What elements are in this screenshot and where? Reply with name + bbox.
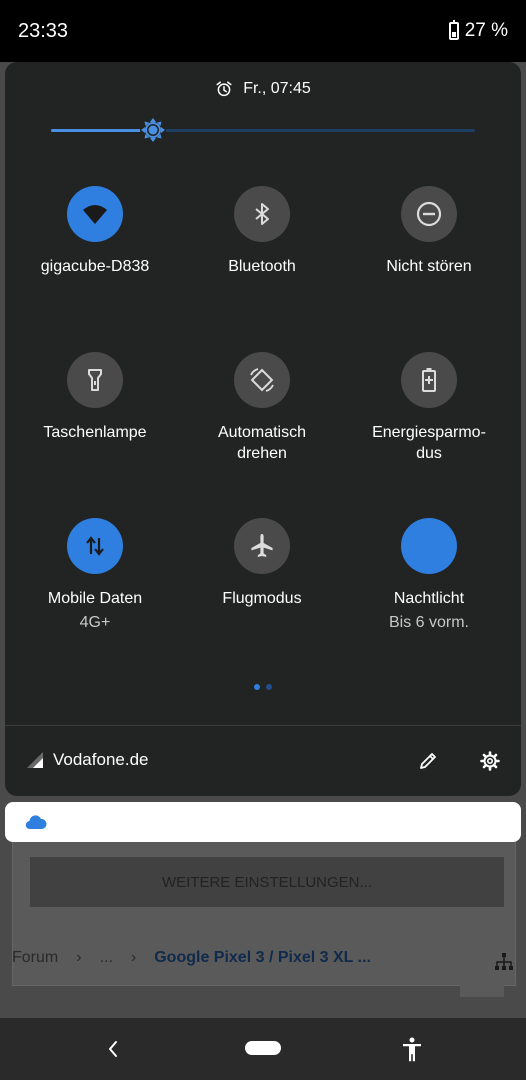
breadcrumb-separator: › (130, 949, 137, 966)
more-settings-button[interactable]: WEITERE EINSTELLUNGEN... (30, 857, 504, 907)
navigation-bar (0, 1018, 526, 1080)
tile-icon-battery-saver[interactable] (401, 352, 457, 408)
settings-button[interactable] (477, 748, 503, 774)
tile-icon-wifi[interactable] (67, 186, 123, 242)
tile-night-light[interactable]: Nachtlicht Bis 6 vorm. (344, 518, 514, 633)
do-not-disturb-icon (416, 201, 442, 227)
tile-label: Nachtlicht (393, 590, 465, 607)
sitemap-icon[interactable] (494, 952, 514, 972)
flashlight-icon (88, 369, 102, 391)
tile-bluetooth[interactable]: Bluetooth (177, 186, 347, 277)
tile-do-not-disturb[interactable]: Nicht stören (344, 186, 514, 277)
night-light-icon (422, 536, 432, 556)
status-bar: 23:33 27 % (0, 0, 526, 62)
tile-label: Taschenlampe (43, 424, 147, 441)
tile-label: gigacube-D838 (40, 258, 150, 275)
quick-settings-panel: Fr., 07:45 gigacube-D838 Bluetooth Nicht… (5, 62, 521, 796)
breadcrumb: Forum › ... › Google Pixel 3 / Pixel 3 X… (12, 949, 371, 967)
home-button[interactable] (245, 1041, 281, 1055)
accessibility-icon[interactable] (398, 1035, 426, 1063)
brightness-fill (51, 129, 153, 132)
tile-label: Flugmodus (222, 590, 302, 607)
tile-flashlight[interactable]: Taschenlampe (10, 352, 180, 443)
page-dot (266, 684, 272, 690)
tile-airplane[interactable]: Flugmodus (177, 518, 347, 609)
tile-label: Energiesparmo- dus (372, 424, 486, 462)
alarm-time: Fr., 07:45 (243, 80, 311, 97)
edit-button[interactable] (415, 748, 441, 774)
tile-label: Automatisch drehen (217, 424, 307, 462)
wifi-icon (83, 205, 107, 224)
tile-icon-mobile-data[interactable] (67, 518, 123, 574)
tile-sublabel: 4G+ (79, 614, 111, 631)
tile-wifi[interactable]: gigacube-D838 (10, 186, 180, 277)
tile-icon-night-light[interactable] (401, 518, 457, 574)
tile-icon-rotate[interactable] (234, 352, 290, 408)
battery-saver-icon (422, 368, 436, 392)
tile-auto-rotate[interactable]: Automatisch drehen (177, 352, 347, 464)
quick-settings-footer: Vodafone.de (5, 726, 521, 796)
tile-battery-saver[interactable]: Energiesparmo- dus (344, 352, 514, 464)
bluetooth-icon (255, 203, 269, 225)
tile-icon-dnd[interactable] (401, 186, 457, 242)
brightness-slider[interactable] (51, 117, 475, 143)
tile-sublabel: Bis 6 vorm. (388, 614, 469, 631)
tile-label: Bluetooth (228, 258, 296, 275)
next-alarm[interactable]: Fr., 07:45 (5, 80, 521, 98)
tile-label: Mobile Daten (47, 590, 143, 607)
tile-icon-airplane[interactable] (234, 518, 290, 574)
auto-rotate-icon (250, 368, 274, 392)
breadcrumb-ellipsis[interactable]: ... (100, 949, 113, 967)
carrier-info: Vodafone.de (27, 750, 148, 770)
gear-icon (480, 751, 500, 771)
signal-icon (27, 752, 43, 768)
tile-icon-bluetooth[interactable] (234, 186, 290, 242)
pencil-icon (420, 753, 436, 769)
tile-icon-flashlight[interactable] (67, 352, 123, 408)
battery-percent: 27 % (464, 20, 508, 41)
tile-label: Nicht stören (386, 258, 472, 275)
breadcrumb-forum[interactable]: Forum (12, 949, 58, 967)
tile-mobile-data[interactable]: Mobile Daten 4G+ (10, 518, 180, 633)
page-dot-active (254, 684, 260, 690)
alarm-icon (216, 81, 232, 97)
carrier-name: Vodafone.de (53, 750, 149, 769)
notification-card[interactable] (5, 802, 521, 842)
breadcrumb-separator: › (76, 949, 82, 966)
status-right: 27 % (448, 20, 508, 42)
page-indicator (5, 684, 521, 690)
breadcrumb-current[interactable]: Google Pixel 3 / Pixel 3 XL ... (154, 949, 371, 967)
battery-icon (448, 20, 459, 40)
mobile-data-icon (86, 536, 104, 556)
back-button[interactable] (100, 1036, 126, 1062)
status-time: 23:33 (18, 20, 69, 42)
cloud-icon (25, 815, 47, 830)
airplane-icon (251, 534, 273, 557)
brightness-icon[interactable] (139, 116, 167, 144)
